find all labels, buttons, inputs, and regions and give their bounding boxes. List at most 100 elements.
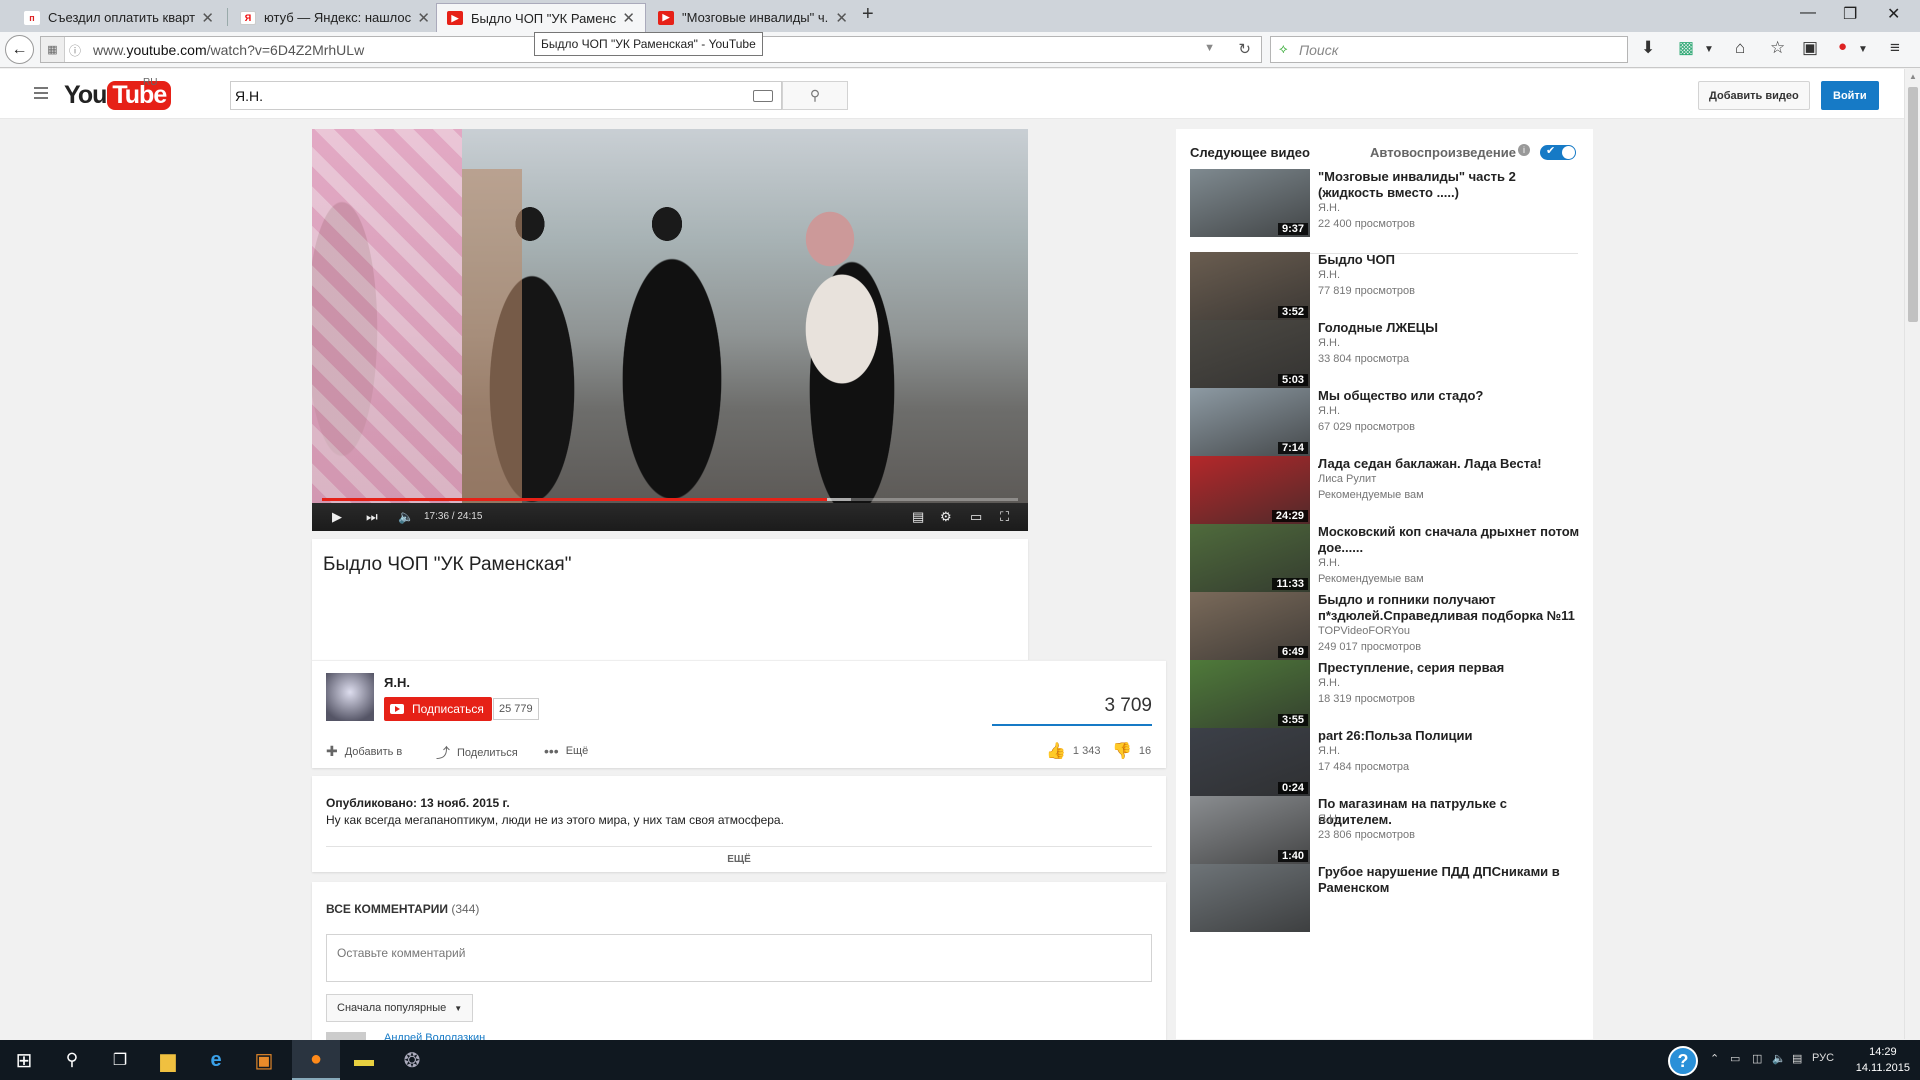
maximize-icon[interactable]: ❐: [1843, 4, 1857, 24]
avatar[interactable]: [326, 673, 374, 721]
info-icon[interactable]: ⓘ: [69, 42, 81, 59]
search-input[interactable]: Я.Н.: [230, 81, 782, 110]
extension-icon[interactable]: ▩: [1678, 38, 1694, 58]
chevron-down-icon[interactable]: ▼: [1858, 44, 1868, 55]
channel-name[interactable]: Я.Н.: [384, 675, 410, 690]
related-video-title[interactable]: "Мозговые инвалиды" часть 2 (жидкость вм…: [1318, 169, 1582, 201]
video-thumbnail[interactable]: 11:33: [1190, 524, 1310, 592]
windows-start-icon[interactable]: ⊞: [0, 1040, 48, 1080]
related-video-item[interactable]: 3:55 Преступление, серия первая Я.Н. 18 319…: [1190, 660, 1590, 730]
youtube-logo[interactable]: You Tube RU: [64, 77, 172, 110]
fullscreen-icon[interactable]: ⛶: [1000, 509, 1009, 525]
close-tab-icon[interactable]: ✕: [622, 9, 635, 27]
browser-tab-active[interactable]: ▶ Быдло ЧОП "УК Раменск... ✕: [436, 3, 646, 32]
related-video-title[interactable]: Быдло ЧОП: [1318, 252, 1582, 268]
download-icon[interactable]: ⬇: [1641, 38, 1655, 58]
related-video-title[interactable]: По магазинам на патрульке с водителем.: [1318, 796, 1582, 828]
clock[interactable]: 14:29 14.11.2015: [1856, 1044, 1910, 1076]
upload-button[interactable]: Добавить видео: [1698, 81, 1810, 110]
task-view-icon[interactable]: ❐: [96, 1040, 144, 1080]
video-thumbnail[interactable]: [1190, 864, 1310, 932]
related-video-title[interactable]: Московский коп сначала дрыхнет потом дое…: [1318, 524, 1582, 556]
menu-icon[interactable]: ≡: [1890, 38, 1900, 58]
related-video-title[interactable]: Преступление, серия первая: [1318, 660, 1582, 676]
language-indicator[interactable]: РУС: [1812, 1052, 1834, 1064]
chevron-down-icon[interactable]: ▼: [1704, 44, 1714, 55]
close-tab-icon[interactable]: ✕: [201, 9, 214, 27]
settings-gear-icon[interactable]: ⚙: [940, 509, 952, 525]
related-video-item[interactable]: 7:14 Мы общество или стадо? Я.Н. 67 029 про…: [1190, 388, 1590, 458]
video-thumbnail[interactable]: 7:14: [1190, 388, 1310, 456]
show-more-button[interactable]: ЕЩЁ: [312, 854, 1166, 865]
video-thumbnail[interactable]: 3:52: [1190, 252, 1310, 320]
subscribe-button[interactable]: Подписаться: [384, 697, 492, 721]
related-video-title[interactable]: Грубое нарушение ПДД ДПСниками в Раменск…: [1318, 864, 1582, 896]
scroll-up-icon[interactable]: ▲: [1909, 72, 1917, 81]
help-icon[interactable]: ?: [1668, 1046, 1698, 1076]
network-icon[interactable]: ◫: [1752, 1052, 1762, 1065]
info-icon[interactable]: i: [1518, 144, 1530, 156]
video-thumbnail[interactable]: 3:55: [1190, 660, 1310, 728]
related-video-title[interactable]: Мы общество или стадо?: [1318, 388, 1582, 404]
video-thumbnail[interactable]: 1:40: [1190, 796, 1310, 864]
app-icon[interactable]: ❂: [388, 1040, 436, 1080]
video-thumbnail[interactable]: 6:49: [1190, 592, 1310, 660]
add-to-button[interactable]: ✚ Добавить в: [326, 743, 402, 760]
guide-menu-icon[interactable]: [34, 87, 48, 102]
folder-icon[interactable]: ▬: [340, 1040, 388, 1080]
search-button[interactable]: ⚲: [782, 81, 848, 110]
firefox-icon[interactable]: ●: [292, 1040, 340, 1080]
reload-icon[interactable]: ↻: [1238, 40, 1251, 58]
minimize-icon[interactable]: —: [1800, 4, 1816, 22]
autoplay-toggle[interactable]: ✔: [1540, 145, 1576, 160]
video-thumbnail[interactable]: 9:37: [1190, 169, 1310, 237]
video-thumbnail[interactable]: 5:03: [1190, 320, 1310, 388]
related-video-item[interactable]: 1:40 По магазинам на патрульке с водителе…: [1190, 796, 1590, 866]
new-tab-icon[interactable]: +: [862, 3, 874, 26]
dropdown-arrow-icon[interactable]: ▼: [1204, 42, 1215, 54]
related-video-item[interactable]: 11:33 Московский коп сначала дрыхнет пото…: [1190, 524, 1590, 594]
related-video-title[interactable]: Лада седан баклажан. Лада Веста!: [1318, 456, 1582, 472]
share-button[interactable]: ⤴ Поделиться: [436, 743, 518, 763]
scrollbar-thumb[interactable]: [1908, 87, 1918, 322]
back-arrow-icon[interactable]: ←: [5, 35, 34, 64]
login-button[interactable]: Войти: [1821, 81, 1879, 110]
file-explorer-icon[interactable]: ▆: [144, 1040, 192, 1080]
like-button[interactable]: 👍 1 343: [1046, 741, 1100, 761]
media-player-icon[interactable]: ▣: [240, 1040, 288, 1080]
play-icon[interactable]: ▶: [332, 509, 342, 525]
volume-icon[interactable]: 🔈: [398, 509, 414, 525]
video-thumbnail[interactable]: 24:29: [1190, 456, 1310, 524]
bookmark-star-icon[interactable]: ☆: [1770, 38, 1785, 58]
related-video-title[interactable]: part 26:Польза Полиции: [1318, 728, 1582, 744]
dislike-button[interactable]: 👎 16: [1112, 741, 1151, 761]
related-video-item[interactable]: 9:37 "Мозговые инвалиды" часть 2 (жидкост…: [1190, 169, 1590, 239]
video-thumbnail[interactable]: 0:24: [1190, 728, 1310, 796]
theater-mode-icon[interactable]: ▭: [970, 509, 982, 525]
sort-comments-dropdown[interactable]: Сначала популярные ▼: [326, 994, 474, 1022]
related-video-title[interactable]: Голодные ЛЖЕЦЫ: [1318, 320, 1582, 336]
subtitles-icon[interactable]: ▤: [912, 509, 924, 525]
close-tab-icon[interactable]: ✕: [835, 9, 848, 27]
comment-input[interactable]: Оставьте комментарий: [326, 934, 1152, 982]
input-language-icon[interactable]: ▤: [1792, 1052, 1802, 1065]
browser-tab[interactable]: ᴨ Съездил оплатить кварти... ✕: [14, 3, 224, 32]
related-video-item[interactable]: 5:03 Голодные ЛЖЕЦЫ Я.Н. 33 804 просмотра: [1190, 320, 1590, 390]
tray-arrow-icon[interactable]: ⌃: [1710, 1052, 1719, 1065]
clipboard-icon[interactable]: ▣: [1802, 38, 1818, 58]
next-icon[interactable]: ⏭: [366, 509, 378, 525]
close-tab-icon[interactable]: ✕: [417, 9, 430, 27]
video-frame[interactable]: [312, 129, 1028, 503]
related-video-item[interactable]: 0:24 part 26:Польза Полиции Я.Н. 17 484 про…: [1190, 728, 1590, 798]
close-window-icon[interactable]: ✕: [1887, 4, 1900, 24]
progress-bar[interactable]: [322, 498, 1018, 501]
edge-browser-icon[interactable]: e: [192, 1040, 240, 1080]
browser-search-field[interactable]: ⟡ Поиск: [1270, 36, 1628, 63]
related-video-item[interactable]: 3:52 Быдло ЧОП Я.Н. 77 819 просмотров: [1190, 252, 1590, 322]
keyboard-icon[interactable]: [753, 90, 773, 102]
video-player[interactable]: ▶ ⏭ 🔈 17:36 / 24:15 ▤ ⚙ ▭ ⛶: [312, 129, 1028, 531]
adblock-icon[interactable]: ●: [1838, 38, 1847, 55]
display-icon[interactable]: ▭: [1730, 1052, 1740, 1065]
related-video-item[interactable]: 6:49 Быдло и гопники получают п*здюлей.Сп…: [1190, 592, 1590, 662]
more-actions-button[interactable]: ••• Ещё: [544, 743, 588, 759]
